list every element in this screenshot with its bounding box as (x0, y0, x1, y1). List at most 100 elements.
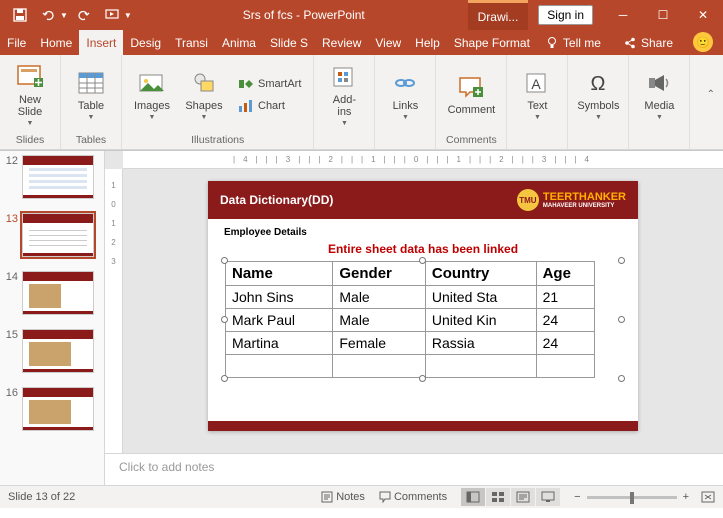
tab-view[interactable]: View (368, 30, 408, 55)
table-header: Age (536, 262, 594, 286)
selection-handle[interactable] (221, 316, 228, 323)
tab-animations[interactable]: Anima (215, 30, 263, 55)
tab-home[interactable]: Home (33, 30, 79, 55)
selection-handle[interactable] (221, 257, 228, 264)
contextual-tab-drawing[interactable]: Drawi... (468, 0, 529, 30)
table-button[interactable]: Table ▼ (67, 60, 115, 130)
titlebar: ▼ ▼ Srs of fcs - PowerPoint Drawi... Sig… (0, 0, 723, 30)
tab-slideshow[interactable]: Slide S (263, 30, 315, 55)
illustrations-small-buttons: SmartArt Chart (232, 70, 307, 120)
new-slide-button[interactable]: New Slide ▼ (6, 60, 54, 130)
symbols-button[interactable]: Ω Symbols ▼ (574, 60, 622, 130)
chevron-down-icon: ▼ (341, 120, 348, 127)
table-header: Gender (333, 262, 426, 286)
tell-me-search[interactable]: Tell me (537, 30, 609, 55)
links-button[interactable]: Links ▼ (381, 60, 429, 130)
group-label-symbols (568, 134, 628, 149)
zoom-slider-thumb[interactable] (630, 492, 634, 504)
chevron-down-icon: ▼ (149, 114, 156, 121)
chevron-down-icon: ▼ (27, 120, 34, 127)
images-button[interactable]: Images ▼ (128, 60, 176, 130)
shapes-button[interactable]: Shapes ▼ (180, 60, 228, 130)
table-cell: 24 (536, 332, 594, 355)
selection-handle[interactable] (618, 375, 625, 382)
zoom-out-button[interactable]: − (574, 491, 580, 503)
fit-to-window-button[interactable] (701, 491, 715, 503)
new-slide-icon (15, 62, 45, 92)
notes-pane[interactable]: Click to add notes (105, 453, 723, 485)
smartart-button[interactable]: SmartArt (234, 74, 305, 94)
close-button[interactable]: ✕ (683, 0, 723, 30)
tab-insert[interactable]: Insert (79, 30, 123, 55)
thumbnail-number: 15 (4, 329, 18, 341)
table-header: Country (425, 262, 536, 286)
reading-view-button[interactable] (511, 488, 535, 506)
svg-text:Ω: Ω (591, 73, 606, 95)
thumbnail-number: 13 (4, 213, 18, 225)
save-button[interactable] (8, 3, 32, 27)
comment-button[interactable]: Comment (442, 60, 500, 130)
group-addins: Add- ins ▼ (314, 55, 375, 149)
slide-footer-bar (208, 421, 638, 431)
normal-view-button[interactable] (461, 488, 485, 506)
slide-editor: |4|||3|||2|||1|||0|||1|||2|||3|||4 10123… (105, 151, 723, 485)
group-label-links (375, 134, 435, 149)
section-heading: Employee Details (224, 227, 622, 238)
thumbnail-16[interactable]: 16 (4, 387, 100, 431)
share-button[interactable]: Share (613, 30, 683, 55)
group-label-slides: Slides (0, 134, 60, 149)
slide-thumbnails-panel[interactable]: 12 13 14 15 16 (0, 151, 105, 485)
work-area: 12 13 14 15 16 |4|||3|||2|||1|||0|||1|||… (0, 150, 723, 485)
chart-button[interactable]: Chart (234, 96, 305, 116)
thumbnail-15[interactable]: 15 (4, 329, 100, 373)
svg-text:A: A (532, 76, 542, 92)
sorter-view-button[interactable] (486, 488, 510, 506)
chart-label: Chart (258, 100, 285, 112)
tab-review[interactable]: Review (315, 30, 368, 55)
media-button[interactable]: Media ▼ (635, 60, 683, 130)
tab-design[interactable]: Desig (123, 30, 168, 55)
tab-help[interactable]: Help (408, 30, 447, 55)
embedded-table-object[interactable]: Name Gender Country Age John Sins Male U… (224, 260, 622, 379)
group-label-comments: Comments (436, 134, 506, 149)
table-cell: Female (333, 332, 426, 355)
selection-handle[interactable] (618, 257, 625, 264)
table-header: Name (226, 262, 333, 286)
redo-button[interactable] (72, 3, 96, 27)
group-label-illustrations: Illustrations (122, 134, 313, 149)
slide-canvas[interactable]: Data Dictionary(DD) TMU TEERTHANKER MAHA… (123, 169, 723, 453)
current-slide: Data Dictionary(DD) TMU TEERTHANKER MAHA… (208, 181, 638, 431)
selection-handle[interactable] (419, 375, 426, 382)
notes-toggle[interactable]: Notes (321, 491, 365, 503)
selection-handle[interactable] (618, 316, 625, 323)
addins-button[interactable]: Add- ins ▼ (320, 60, 368, 130)
qat-customize-icon[interactable]: ▼ (124, 11, 132, 20)
tab-shape-format[interactable]: Shape Format (447, 30, 537, 55)
selection-handle[interactable] (419, 257, 426, 264)
thumbnail-13[interactable]: 13 (4, 213, 100, 257)
links-label: Links (393, 100, 419, 112)
selection-handle[interactable] (221, 375, 228, 382)
text-button[interactable]: A Text ▼ (513, 60, 561, 130)
group-comments: Comment Comments (436, 55, 507, 149)
shapes-icon (189, 68, 219, 98)
undo-button[interactable] (36, 3, 60, 27)
zoom-slider[interactable] (587, 496, 677, 499)
thumbnail-12[interactable]: 12 (4, 155, 100, 199)
sign-in-button[interactable]: Sign in (538, 5, 593, 25)
collapse-ribbon-icon[interactable]: ⌃ (707, 89, 715, 100)
slideshow-view-button[interactable] (536, 488, 560, 506)
thumbnail-14[interactable]: 14 (4, 271, 100, 315)
thumbnail-number: 14 (4, 271, 18, 283)
start-from-beginning-button[interactable] (100, 3, 124, 27)
logo-text-sub: MAHAVEER UNIVERSITY (543, 203, 626, 209)
zoom-in-button[interactable]: + (683, 491, 689, 503)
maximize-button[interactable]: ☐ (643, 0, 683, 30)
tab-transitions[interactable]: Transi (168, 30, 215, 55)
feedback-smiley-icon[interactable]: 🙂 (693, 32, 713, 52)
comments-toggle[interactable]: Comments (379, 491, 447, 503)
minimize-button[interactable]: ─ (603, 0, 643, 30)
table-cell: Rassia (425, 332, 536, 355)
undo-dropdown-icon[interactable]: ▼ (60, 11, 68, 20)
tab-file[interactable]: File (0, 30, 33, 55)
